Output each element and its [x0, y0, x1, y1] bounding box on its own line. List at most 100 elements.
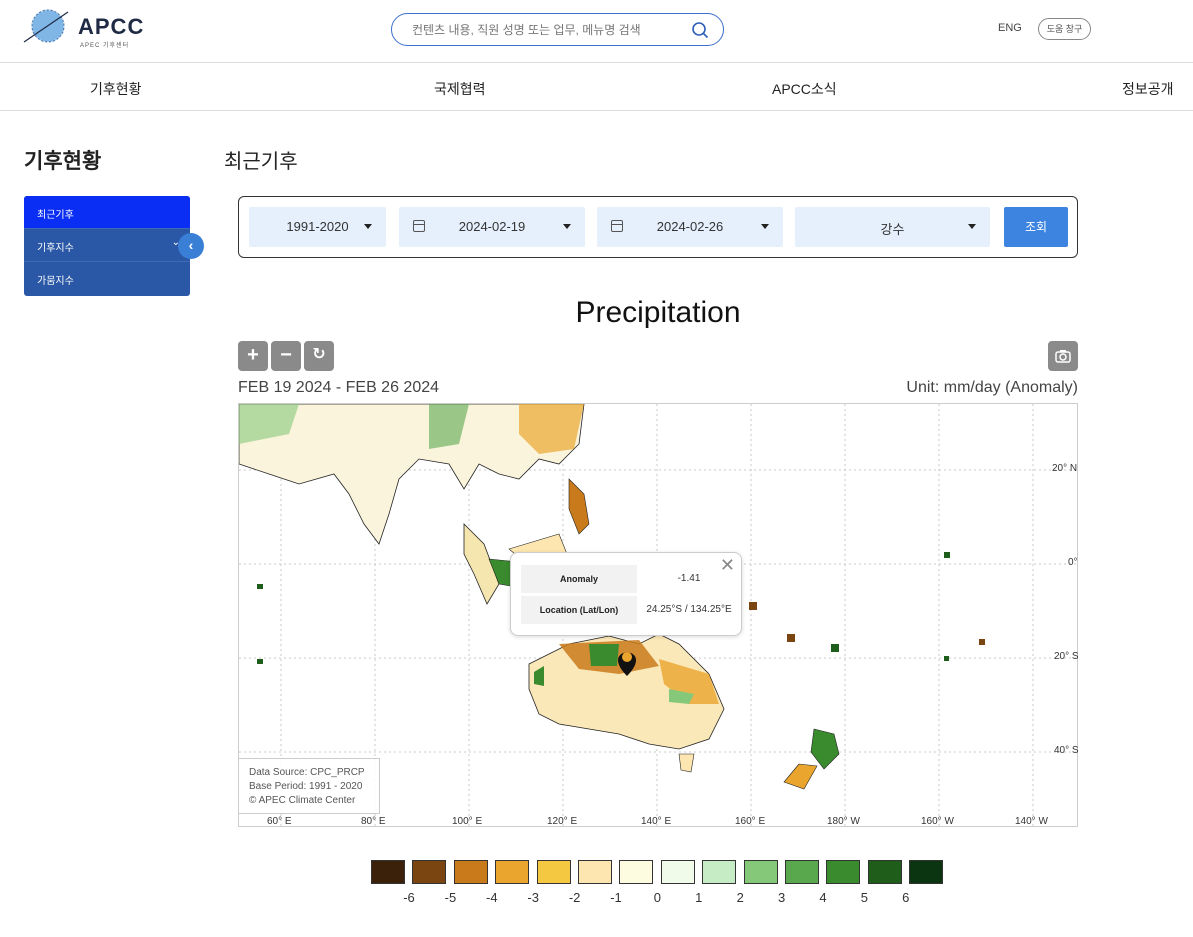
- screenshot-button[interactable]: [1048, 341, 1078, 371]
- legend-label: -2: [568, 890, 581, 905]
- legend-swatch: [371, 860, 405, 884]
- variable-select[interactable]: 강수: [795, 207, 990, 247]
- filter-bar: 1991-2020 2024-02-19 2024-02-26 강수 조회: [238, 196, 1078, 258]
- legend-label: 4: [819, 890, 827, 905]
- camera-icon: [1055, 350, 1071, 363]
- sidebar-item-drought-index[interactable]: 가뭄지수: [24, 262, 190, 295]
- location-label: Location (Lat/Lon): [521, 596, 637, 624]
- lon-label: 160° W: [921, 816, 954, 827]
- nav-item-news[interactable]: APCC소식: [772, 79, 837, 99]
- color-legend: [371, 860, 944, 884]
- help-button[interactable]: 도움 창구: [1038, 18, 1091, 40]
- credit-line: © APEC Climate Center: [249, 795, 356, 806]
- sidebar-menu: 최근기후 기후지수 ⌄ 가뭄지수: [24, 196, 190, 296]
- legend-label: 2: [736, 890, 744, 905]
- lat-label: 20° N: [1052, 463, 1078, 474]
- caret-down-icon: [968, 224, 976, 229]
- end-date-picker[interactable]: 2024-02-26: [597, 207, 783, 247]
- location-value: 24.25°S / 134.25°E: [646, 604, 732, 615]
- anomaly-popup: ✕ Anomaly -1.41 Location (Lat/Lon) 24.25…: [510, 552, 742, 636]
- legend-swatch: [453, 860, 488, 884]
- header: APCC APEC 기후센터 ENG 도움 창구: [0, 0, 1193, 63]
- date-value: 2024-02-26: [656, 219, 724, 234]
- lon-label: 160° E: [735, 816, 766, 827]
- base-period-select[interactable]: 1991-2020: [249, 207, 386, 247]
- plus-icon: +: [247, 344, 259, 366]
- credit-line: Base Period: 1991 - 2020: [249, 781, 363, 792]
- legend-swatch: [909, 860, 944, 884]
- minus-icon: −: [280, 344, 292, 366]
- globe-logo-icon: [23, 9, 69, 43]
- legend-swatch: [785, 860, 819, 884]
- legend-swatch: [412, 860, 447, 884]
- sidebar-item-climate-index[interactable]: 기후지수 ⌄: [24, 229, 190, 262]
- anomaly-label: Anomaly: [521, 565, 637, 593]
- nav-item-cooperation[interactable]: 국제협력: [434, 79, 486, 99]
- apcc-logo[interactable]: APCC APEC 기후센터: [22, 6, 145, 49]
- sidebar-item-label: 최근기후: [37, 210, 74, 221]
- lon-label: 60° E: [267, 816, 292, 827]
- start-date-picker[interactable]: 2024-02-19: [399, 207, 585, 247]
- chevron-left-icon: ‹: [188, 237, 194, 253]
- legend-label: 1: [695, 890, 703, 905]
- date-range-label: FEB 19 2024 - FEB 26 2024: [238, 379, 440, 396]
- land-new-zealand: [783, 728, 840, 790]
- lon-label: 120° E: [547, 816, 578, 827]
- date-value: 2024-02-19: [458, 219, 526, 234]
- lat-label: 20° S: [1054, 651, 1079, 662]
- unit-label: Unit: mm/day (Anomaly): [906, 379, 1078, 396]
- caret-down-icon: [563, 224, 571, 229]
- legend-swatch: [743, 860, 778, 884]
- legend-swatch: [660, 860, 695, 884]
- lat-label: 40° S: [1054, 745, 1079, 756]
- zoom-in-button[interactable]: +: [238, 341, 268, 371]
- legend-label: -6: [403, 890, 415, 905]
- credit-line: Data Source: CPC_PRCP: [249, 767, 365, 778]
- legend-label: 3: [777, 890, 786, 905]
- sidebar-item-label: 기후지수: [37, 243, 74, 254]
- legend-swatch: [495, 860, 530, 884]
- zoom-out-button[interactable]: −: [271, 341, 301, 371]
- search-icon[interactable]: [691, 21, 709, 39]
- lon-label: 140° E: [641, 816, 672, 827]
- sidebar-collapse-button[interactable]: ‹: [178, 233, 204, 259]
- legend-label: 0: [653, 890, 661, 905]
- language-link[interactable]: ENG: [998, 22, 1022, 34]
- select-value: 강수: [880, 222, 905, 237]
- query-button[interactable]: 조회: [1004, 207, 1068, 247]
- sidebar-item-recent-climate[interactable]: 최근기후: [24, 196, 190, 229]
- search-box[interactable]: [391, 13, 724, 46]
- legend-swatch: [826, 860, 861, 884]
- lon-label: 100° E: [452, 816, 483, 827]
- chart-title: Precipitation: [575, 296, 741, 329]
- sidebar-item-label: 가뭄지수: [37, 276, 74, 287]
- logo-subtitle: APEC 기후센터: [80, 43, 130, 49]
- nav-item-climate[interactable]: 기후현황: [90, 79, 142, 99]
- reset-view-button[interactable]: ↻: [304, 341, 334, 371]
- search-input[interactable]: [412, 23, 682, 37]
- logo-text: APCC: [78, 14, 145, 39]
- legend-label: 6: [902, 890, 910, 905]
- legend-swatch: [578, 860, 612, 884]
- map-credits: Data Source: CPC_PRCP Base Period: 1991 …: [238, 758, 380, 814]
- legend-label: -3: [527, 890, 539, 905]
- nav-item-disclosure[interactable]: 정보공개: [1122, 79, 1174, 99]
- lon-label: 80° E: [361, 816, 386, 827]
- lat-label: 0°: [1068, 557, 1078, 568]
- legend-label: -4: [486, 890, 498, 905]
- lon-label: 180° W: [827, 816, 860, 827]
- caret-down-icon: [364, 224, 372, 229]
- page-title: 최근기후: [224, 151, 298, 173]
- lon-label: 140° W: [1015, 816, 1048, 827]
- legend-swatch: [536, 860, 571, 884]
- main-nav: 기후현황 국제협력 APCC소식 정보공개: [0, 64, 1193, 111]
- legend-label: -1: [610, 890, 622, 905]
- legend-swatch: [619, 860, 654, 884]
- legend-label: -5: [444, 890, 457, 905]
- legend-label: 5: [860, 890, 868, 905]
- legend-swatch: [867, 860, 902, 884]
- caret-down-icon: [761, 224, 769, 229]
- sidebar-title: 기후현황: [24, 150, 102, 173]
- refresh-icon: ↻: [312, 346, 326, 363]
- legend-swatch: [702, 860, 737, 884]
